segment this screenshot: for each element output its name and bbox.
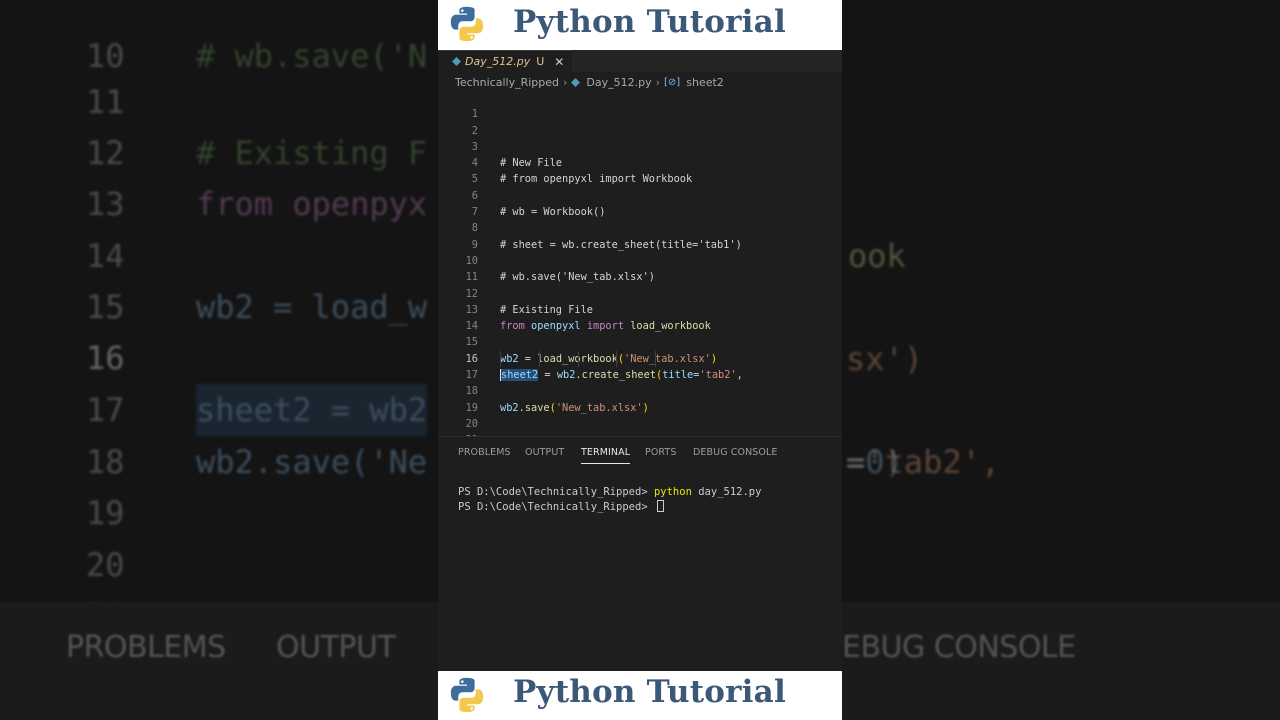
python-file-icon	[571, 77, 581, 87]
tab-output[interactable]: OUTPUT	[525, 447, 564, 458]
tab-terminal[interactable]: TERMINAL	[581, 447, 631, 464]
bg-panel-tab: PROBLEMS	[66, 630, 226, 665]
code-line-active: 16 sheet2 = wb2.create_sheet(title='tab2…	[438, 335, 842, 382]
banner-title: Python Tutorial	[513, 674, 786, 710]
code-line: 1	[438, 90, 842, 120]
indent-guide	[655, 350, 656, 367]
code-line: 10 # wb.save('New_tab.xlsx')	[438, 237, 842, 283]
code-line: 4 # from openpyxl import Workbook	[438, 139, 842, 185]
bottom-banner: Python Tutorial	[438, 671, 842, 720]
bottom-panel: PROBLEMS OUTPUT TERMINAL PORTS DEBUG CON…	[438, 436, 842, 671]
python-file-icon	[452, 57, 461, 66]
top-banner: Python Tutorial	[438, 0, 842, 50]
editor-tab-bar: Day_512.py U ✕	[438, 50, 842, 72]
breadcrumb-symbol[interactable]: sheet2	[686, 76, 724, 89]
code-line: 11	[438, 253, 842, 283]
breadcrumb-file[interactable]: Day_512.py	[586, 76, 651, 89]
code-line: 3 # New File	[438, 123, 842, 169]
close-icon[interactable]: ✕	[554, 55, 564, 69]
code-line: 12 # Existing File	[438, 269, 842, 316]
tab-problems[interactable]: PROBLEMS	[458, 447, 511, 458]
code-line: 5	[438, 155, 842, 185]
tab-filename: Day_512.py	[465, 55, 531, 68]
tab-debug-console[interactable]: DEBUG CONSOLE	[693, 447, 778, 458]
indent-guide	[616, 350, 617, 367]
breadcrumb: Technically_Ripped › Day_512.py › [⊘] sh…	[438, 72, 842, 92]
tab-git-status: U	[536, 55, 545, 68]
chevron-right-icon: ›	[655, 75, 661, 89]
panel-tabs: PROBLEMS OUTPUT TERMINAL PORTS DEBUG CON…	[438, 445, 842, 465]
code-line: 7	[438, 188, 842, 218]
bg-panel-tab: OUTPUT	[276, 630, 396, 665]
terminal-line: PS D:\Code\Technically_Ripped>	[458, 500, 761, 515]
terminal-line: PS D:\Code\Technically_Ripped> python da…	[458, 486, 762, 498]
bg-panel-tab: EBUG CONSOLE	[842, 630, 1076, 665]
terminal-cursor	[656, 500, 664, 512]
code-editor[interactable]: 1 2 3 # New File 4 # from openpyxl impor…	[438, 90, 842, 479]
banner-title: Python Tutorial	[513, 4, 786, 40]
editor-tab[interactable]: Day_512.py U ✕	[438, 50, 573, 72]
code-line: 8 # sheet = wb.create_sheet(title='tab1'…	[438, 204, 842, 250]
python-logo-icon	[450, 6, 484, 42]
code-line: 6 # wb = Workbook()	[438, 172, 842, 218]
indent-guide	[578, 350, 579, 367]
code-line: 21	[438, 416, 842, 446]
indent-guide	[539, 350, 540, 367]
code-line: 2	[438, 106, 842, 137]
code-line: 20	[438, 400, 842, 430]
code-line: 9	[438, 220, 842, 251]
python-logo-icon	[450, 677, 484, 713]
indent-guide	[500, 350, 501, 367]
symbol-variable-icon: [⊘]	[664, 76, 681, 88]
code-line: 15 wb2 = load_workbook('New_tab.xlsx')	[438, 318, 842, 364]
code-line: 19	[438, 383, 842, 414]
code-line: 17 index=0)	[438, 350, 842, 479]
code-line: 18 wb2.save('New_tab.xlsx')	[438, 367, 842, 413]
code-line: 13 from openpyxl import load_workbook	[438, 286, 842, 332]
chevron-right-icon: ›	[563, 75, 568, 89]
breadcrumb-folder[interactable]: Technically_Ripped	[455, 76, 559, 89]
tab-ports[interactable]: PORTS	[645, 447, 676, 458]
code-line: 14	[438, 302, 842, 332]
vscode-window: Python Tutorial Day_512.py U ✕ Technical…	[438, 0, 842, 720]
terminal[interactable]: PS D:\Code\Technically_Ripped> python da…	[458, 485, 761, 515]
